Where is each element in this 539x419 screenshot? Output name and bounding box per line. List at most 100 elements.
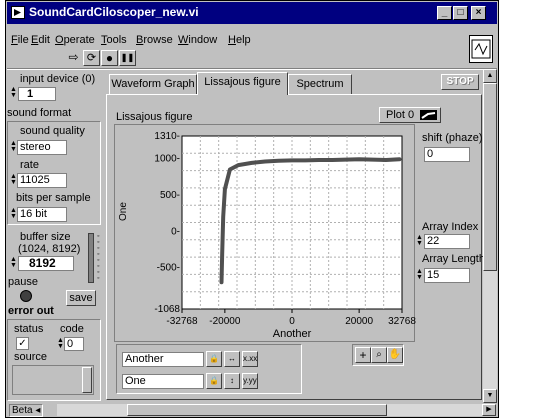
horizontal-scroll-thumb[interactable] xyxy=(127,404,387,416)
code-spinner: ▲ ▼ xyxy=(57,337,64,350)
y-format-icon[interactable]: y.yy xyxy=(242,373,258,389)
input-device-value: 1 xyxy=(27,88,34,100)
tab-lissajous-figure[interactable]: Lissajous figure xyxy=(197,72,288,95)
toolbar: ⇨ ⟳ ● ❚❚ xyxy=(7,35,497,68)
buffer-size-field[interactable]: 8192 xyxy=(18,256,74,271)
pause-button[interactable]: ❚❚ xyxy=(119,50,136,66)
sound-quality-field[interactable]: stereo xyxy=(17,140,67,155)
error-out-label: error out xyxy=(8,305,54,317)
run-arrow-icon[interactable]: ⇨ xyxy=(65,50,82,66)
tab-spectrum[interactable]: Spectrum xyxy=(288,74,352,94)
menu-tools[interactable]: Tools xyxy=(101,34,127,46)
sound-quality-label: sound quality xyxy=(20,125,85,137)
array-length-spinner[interactable]: ▲ ▼ xyxy=(416,268,423,281)
buffer-size-spinner[interactable]: ▲ ▼ xyxy=(10,256,17,269)
array-length-value: 15 xyxy=(427,269,440,281)
status-bar: Beta ◂ ▶ xyxy=(7,403,497,417)
array-index-label: Array Index xyxy=(422,221,479,233)
input-device-label: input device (0) xyxy=(20,73,96,85)
plot-legend-label: Plot 0 xyxy=(386,109,415,121)
plot-legend[interactable]: Plot 0 xyxy=(379,107,441,123)
menu-operate[interactable]: Operate xyxy=(55,34,95,46)
pan-hand-icon[interactable]: ✋ xyxy=(387,347,403,363)
plot-line-style-icon xyxy=(420,110,437,120)
status-bar-label: Beta xyxy=(12,405,33,416)
code-value: 0 xyxy=(67,338,74,350)
run-continuously-button[interactable]: ⟳ xyxy=(83,50,100,66)
minimize-button[interactable]: _ xyxy=(437,6,452,20)
input-device-field[interactable]: 1 xyxy=(18,87,56,101)
y-scale-lock-icon[interactable]: 🔒 xyxy=(206,373,222,389)
scroll-down-arrow-icon[interactable]: ▼ xyxy=(483,389,497,403)
crosshair-icon[interactable]: + xyxy=(355,347,371,363)
graph-frame xyxy=(114,124,415,342)
menu-window[interactable]: Window xyxy=(178,34,217,46)
buffer-size-slider[interactable] xyxy=(88,233,94,283)
x-scale-name: Another xyxy=(125,353,164,365)
menu-file[interactable]: File xyxy=(11,34,29,46)
title-bar[interactable]: SoundCardCiloscoper_new.vi _ □ × xyxy=(7,2,497,24)
save-button[interactable]: save xyxy=(66,290,96,306)
buffer-size-label: buffer size xyxy=(20,231,71,243)
bits-per-sample-value: 16 bit xyxy=(20,208,47,220)
sound-format-label: sound format xyxy=(7,107,72,119)
maximize-button[interactable]: □ xyxy=(453,6,468,20)
y-autoscale-icon[interactable]: ↕ xyxy=(224,373,240,389)
status-text: Beta ◂ xyxy=(9,404,44,417)
menu-edit[interactable]: Edit xyxy=(31,34,50,46)
toolbar-divider xyxy=(7,68,497,70)
abort-execution-button[interactable]: ● xyxy=(101,50,118,66)
menu-help[interactable]: Help xyxy=(228,34,251,46)
x-scale-lock-icon[interactable]: 🔒 xyxy=(206,351,222,367)
rate-value: 11025 xyxy=(20,174,50,186)
x-format-icon[interactable]: x.xx xyxy=(242,351,258,367)
source-scrollbar[interactable] xyxy=(82,367,92,393)
shift-phaze-value: 0 xyxy=(427,148,434,160)
graph-title: Lissajous figure xyxy=(116,111,193,123)
slider-scale: ◦ ◦ ◦ ◦ ◦ ◦ ◦ ◦ xyxy=(97,233,100,282)
input-device-spinner[interactable]: ▲ ▼ xyxy=(10,86,17,99)
close-button[interactable]: × xyxy=(471,6,486,20)
code-label: code xyxy=(60,323,84,335)
scroll-up-arrow-icon[interactable]: ▲ xyxy=(483,69,497,83)
x-scale-name-field[interactable]: Another xyxy=(122,352,204,367)
menu-bar: File Edit Operate Tools Browse Window He… xyxy=(7,34,497,50)
status-label: status xyxy=(14,323,44,335)
y-scale-name: One xyxy=(125,375,146,387)
scroll-right-arrow-icon[interactable]: ▶ xyxy=(482,404,496,416)
menu-browse[interactable]: Browse xyxy=(136,34,173,46)
vi-window: SoundCardCiloscoper_new.vi _ □ × File Ed… xyxy=(5,0,499,418)
shift-phaze-label: shift (phaze) xyxy=(422,132,483,144)
sound-quality-spinner[interactable]: ▲ ▼ xyxy=(10,140,17,153)
zoom-icon[interactable]: ⌕ xyxy=(371,347,387,363)
array-index-value: 22 xyxy=(427,235,440,247)
rate-label: rate xyxy=(20,159,39,171)
x-autoscale-icon[interactable]: ↔ xyxy=(224,351,240,367)
shift-phaze-field[interactable]: 0 xyxy=(424,147,470,162)
array-length-field[interactable]: 15 xyxy=(424,268,470,283)
code-field: 0 xyxy=(64,337,84,351)
buffer-range-label: (1024, 8192) xyxy=(18,243,81,255)
source-label: source xyxy=(14,351,48,363)
bits-per-sample-label: bits per sample xyxy=(16,192,91,204)
labview-app-icon xyxy=(11,6,25,19)
array-index-spinner[interactable]: ▲ ▼ xyxy=(416,234,423,247)
pause-led-icon[interactable] xyxy=(20,290,32,302)
vertical-scroll-thumb[interactable] xyxy=(483,83,497,271)
rate-spinner[interactable]: ▲ ▼ xyxy=(10,173,17,186)
pause-label: pause xyxy=(8,276,38,288)
stop-button[interactable]: STOP xyxy=(441,74,479,90)
window-title: SoundCardCiloscoper_new.vi xyxy=(29,5,199,19)
array-length-label: Array Length xyxy=(422,253,485,265)
vi-connector-icon[interactable] xyxy=(469,35,493,63)
status-checkbox: ✓ xyxy=(16,337,29,350)
bits-per-sample-field[interactable]: 16 bit xyxy=(17,207,67,222)
tab-waveform-graph[interactable]: Waveform Graph xyxy=(109,74,197,94)
rate-field[interactable]: 11025 xyxy=(17,173,67,188)
bits-per-sample-spinner[interactable]: ▲ ▼ xyxy=(10,207,17,220)
y-scale-name-field[interactable]: One xyxy=(122,374,204,389)
y-axis-title: One xyxy=(118,202,129,221)
array-index-field[interactable]: 22 xyxy=(424,234,470,249)
status-check-icon: ✓ xyxy=(18,338,27,349)
sound-quality-value: stereo xyxy=(20,141,51,153)
